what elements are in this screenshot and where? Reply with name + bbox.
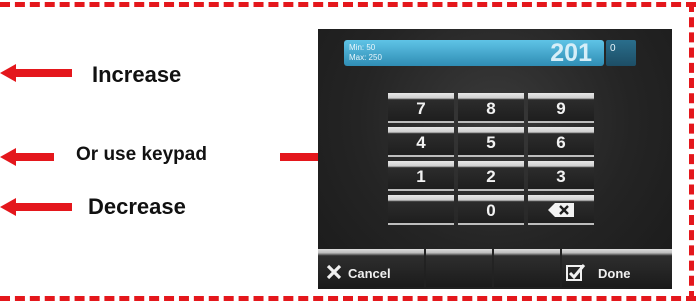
- done-label: Done: [598, 266, 631, 281]
- side-value-box: 0: [606, 40, 636, 66]
- key-5[interactable]: 5: [458, 127, 524, 157]
- frame-right-border: [689, 2, 694, 301]
- frame-bottom-border: [0, 296, 696, 301]
- cancel-button[interactable]: Cancel: [318, 249, 424, 287]
- key-1[interactable]: 1: [388, 161, 454, 191]
- max-label: Max: 250: [349, 53, 382, 62]
- value-display: Min: 50 Max: 250 201: [344, 40, 604, 66]
- increase-label: Increase: [92, 62, 182, 87]
- close-icon: [326, 264, 342, 280]
- action-bar: Cancel Done: [318, 249, 672, 289]
- decrease-arrow-icon: [0, 198, 72, 216]
- key-3[interactable]: 3: [528, 161, 594, 191]
- min-label: Min: 50: [349, 43, 376, 52]
- key-6[interactable]: 6: [528, 127, 594, 157]
- checkbox-check-icon: [566, 264, 586, 281]
- side-value: 0: [610, 43, 616, 54]
- decrease-label: Decrease: [88, 194, 186, 219]
- increase-arrow-icon: [0, 64, 72, 82]
- frame-top-border: [0, 2, 696, 7]
- key-9[interactable]: 9: [528, 93, 594, 123]
- key-2[interactable]: 2: [458, 161, 524, 191]
- key-8[interactable]: 8: [458, 93, 524, 123]
- keypad-arrow-left-icon: [0, 148, 54, 166]
- device-screen: Min: 50 Max: 250 201 0 7 8 9 4 5 6 1 2 3…: [318, 29, 672, 289]
- key-4[interactable]: 4: [388, 127, 454, 157]
- key-0[interactable]: 0: [458, 195, 524, 225]
- current-value: 201: [550, 39, 592, 67]
- range-info: Min: 50 Max: 250: [349, 43, 382, 63]
- key-blank[interactable]: [388, 195, 454, 225]
- keypad-arrow-right-icon: [280, 153, 320, 161]
- backspace-key[interactable]: [528, 195, 594, 225]
- done-button[interactable]: Done: [562, 249, 672, 287]
- key-7[interactable]: 7: [388, 93, 454, 123]
- backspace-icon: [548, 203, 574, 217]
- blank-button-2[interactable]: [494, 249, 560, 287]
- keypad-label: Or use keypad: [76, 144, 207, 165]
- cancel-label: Cancel: [348, 266, 391, 281]
- blank-button-1[interactable]: [426, 249, 492, 287]
